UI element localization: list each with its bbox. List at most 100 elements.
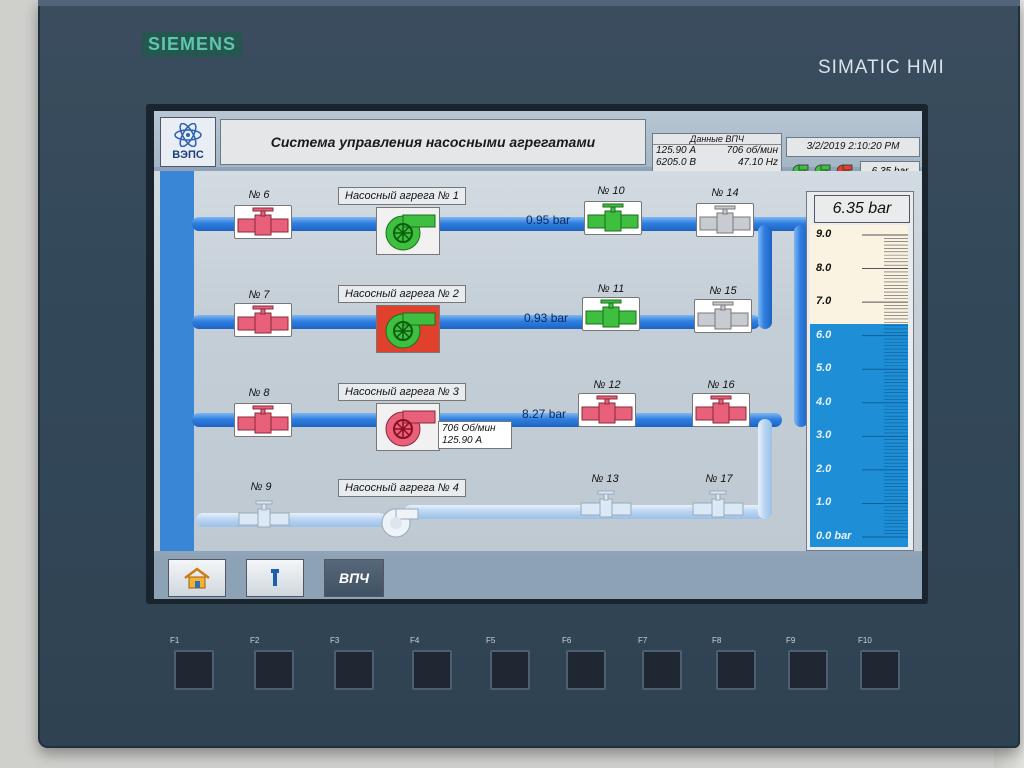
line-3-pressure: 8.27 bar xyxy=(522,407,567,421)
valve-11-label: № 11 xyxy=(597,283,625,295)
valve-9-icon xyxy=(238,500,290,528)
valve-14[interactable] xyxy=(696,203,754,237)
pump-3-label: Насосный агрега № 3 xyxy=(338,383,466,401)
pump-2-icon xyxy=(385,312,436,349)
vpch-voltage-unit: B xyxy=(689,157,697,168)
vpch-frequency-unit: Hz xyxy=(765,157,778,168)
f2-key[interactable] xyxy=(254,650,294,690)
valve-16-icon xyxy=(695,395,747,424)
f10-label: F10 xyxy=(858,636,872,645)
f7-label: F7 xyxy=(638,636,648,645)
hmi-screen: ВЭПС Система управления насосными агрега… xyxy=(154,111,922,599)
f9-label: F9 xyxy=(786,636,796,645)
vpch-button[interactable]: ВПЧ xyxy=(324,559,384,597)
valve-6-icon xyxy=(237,207,289,236)
vpch-rpm: 706 xyxy=(726,145,744,156)
valve-17[interactable] xyxy=(690,487,746,519)
pump-3-rpm: 706 Об/мин xyxy=(442,423,496,434)
function-keys: F1 F2 F3 F4 F5 F6 F7 F8 F9 F10 xyxy=(160,636,920,696)
riser-line-2 xyxy=(758,225,772,329)
pump-3-icon xyxy=(385,410,436,447)
f8-key[interactable] xyxy=(716,650,756,690)
gauge-tick-label: 3.0 xyxy=(816,429,832,442)
valve-11[interactable] xyxy=(582,297,640,331)
valve-17-label: № 17 xyxy=(705,473,733,485)
f9-key[interactable] xyxy=(788,650,828,690)
pump-2[interactable] xyxy=(376,305,440,353)
datetime-display: 3/2/2019 2:10:20 PM xyxy=(786,137,920,157)
f10-key[interactable] xyxy=(860,650,900,690)
valve-12-icon xyxy=(581,395,633,424)
f4-label: F4 xyxy=(410,636,420,645)
gauge-tick-label: 7.0 xyxy=(816,295,832,308)
wrench-icon xyxy=(271,569,279,586)
settings-button[interactable] xyxy=(246,559,304,597)
valve-12[interactable] xyxy=(578,393,636,427)
vpch-frequency: 47.10 xyxy=(737,157,763,168)
vpch-rpm-unit: об/мин xyxy=(746,145,778,156)
f6-key[interactable] xyxy=(566,650,606,690)
valve-6-label: № 6 xyxy=(248,189,270,201)
valve-10[interactable] xyxy=(584,201,642,235)
suction-header xyxy=(160,171,194,551)
pump-2-label: Насосный агрега № 2 xyxy=(338,285,466,303)
line-1-pressure: 0.95 bar xyxy=(526,213,571,227)
vpch-current-unit: A xyxy=(689,145,697,156)
vpch-voltage: 6205.0 xyxy=(656,157,687,168)
model-label: SIMATIC HMI xyxy=(818,57,945,78)
gauge-tick-label: 4.0 xyxy=(816,395,832,408)
valve-7-label: № 7 xyxy=(248,289,270,301)
company-logo: ВЭПС xyxy=(160,117,216,167)
pump-4-label: Насосный агрега № 4 xyxy=(338,479,466,497)
pump-1[interactable] xyxy=(376,207,440,255)
valve-15-icon xyxy=(697,301,749,330)
f3-key[interactable] xyxy=(334,650,374,690)
valve-7[interactable] xyxy=(234,303,292,337)
bezel-top-edge xyxy=(38,0,1020,6)
valve-8[interactable] xyxy=(234,403,292,437)
f4-key[interactable] xyxy=(412,650,452,690)
home-icon xyxy=(184,567,210,589)
f5-key[interactable] xyxy=(490,650,530,690)
valve-13-icon xyxy=(580,490,632,518)
title-box: Система управления насосными агрегатами xyxy=(220,119,646,165)
siemens-logo: SIEMENS xyxy=(142,32,243,57)
f5-label: F5 xyxy=(486,636,496,645)
valve-14-label: № 14 xyxy=(711,187,739,199)
gauge-tick-label: 8.0 xyxy=(816,261,832,274)
gauge-tick-label: 2.0 xyxy=(816,462,832,475)
riser-line-4 xyxy=(758,419,772,519)
valve-6[interactable] xyxy=(234,205,292,239)
pressure-value: 6.35 bar xyxy=(814,195,910,223)
pump-4[interactable] xyxy=(380,501,420,541)
valve-10-label: № 10 xyxy=(597,185,625,197)
pump-3-info: 706 Об/мин 125.90 А xyxy=(438,421,512,449)
vpch-data-panel: Данные ВПЧ 125.90 A 706 об/мин 6205.0 B … xyxy=(652,133,782,175)
pump-1-label: Насосный агрега № 1 xyxy=(338,187,466,205)
vpch-title: Данные ВПЧ xyxy=(653,134,781,145)
valve-8-icon xyxy=(237,405,289,434)
valve-9[interactable] xyxy=(236,497,292,529)
valve-10-icon xyxy=(587,203,639,232)
f1-label: F1 xyxy=(170,636,180,645)
valve-13-label: № 13 xyxy=(591,473,619,485)
line-2-pressure: 0.93 bar xyxy=(524,311,569,325)
valve-15-label: № 15 xyxy=(709,285,737,297)
home-button[interactable] xyxy=(168,559,226,597)
pump-3[interactable] xyxy=(376,403,440,451)
valve-15[interactable] xyxy=(694,299,752,333)
valve-16-label: № 16 xyxy=(707,379,735,391)
valve-13[interactable] xyxy=(578,487,634,519)
f3-label: F3 xyxy=(330,636,340,645)
logo-text: ВЭПС xyxy=(172,149,204,161)
valve-16[interactable] xyxy=(692,393,750,427)
vpch-current: 125.90 xyxy=(656,145,687,156)
pump-4-icon xyxy=(381,508,419,538)
atom-icon xyxy=(174,123,202,147)
f1-key[interactable] xyxy=(174,650,214,690)
valve-14-icon xyxy=(699,205,751,234)
gauge-tick-label: 9.0 xyxy=(816,228,832,240)
f7-key[interactable] xyxy=(642,650,682,690)
gauge-tick-label: 0.0 bar xyxy=(816,530,852,542)
valve-11-icon xyxy=(585,299,637,328)
